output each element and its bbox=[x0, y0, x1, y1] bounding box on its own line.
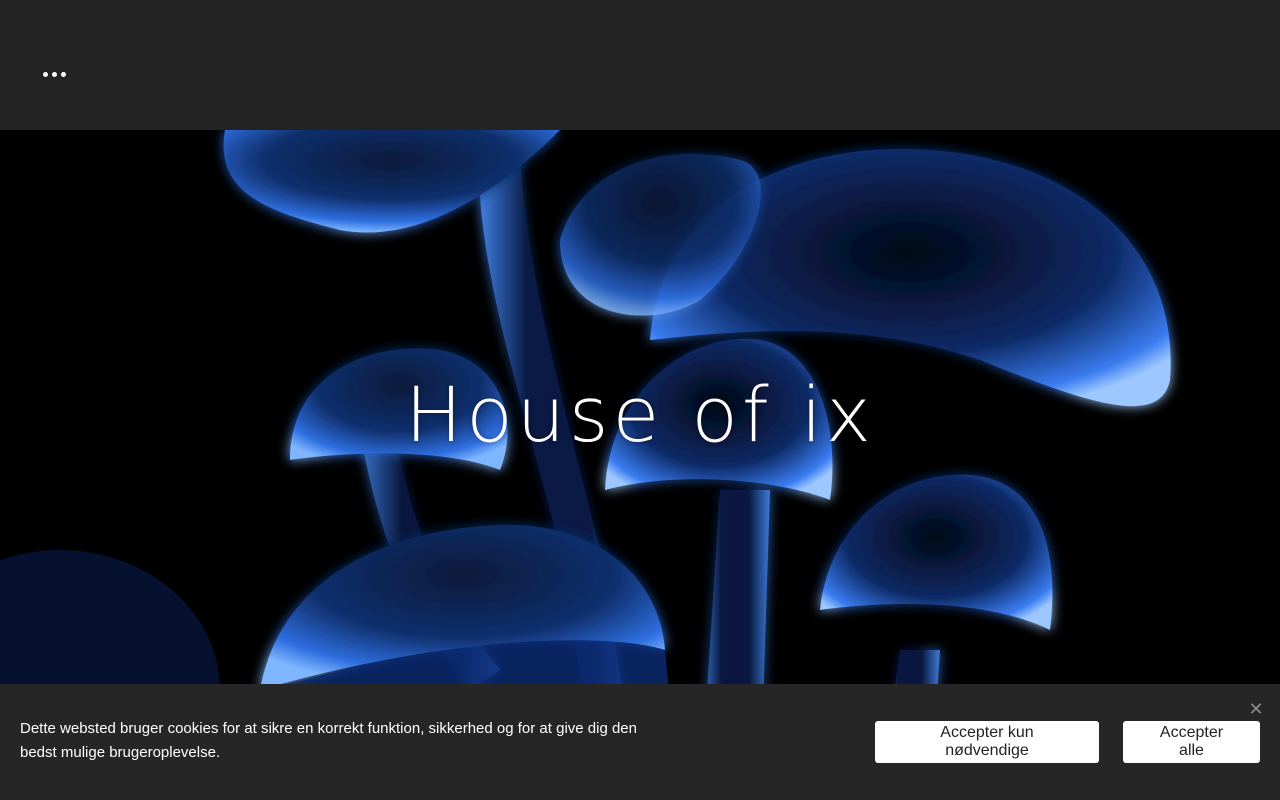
accept-all-button[interactable]: Accepter alle bbox=[1123, 721, 1260, 763]
more-dots-icon bbox=[51, 71, 57, 77]
site-header bbox=[0, 0, 1280, 130]
close-icon[interactable]: ✕ bbox=[1246, 700, 1266, 720]
more-dots-icon bbox=[60, 71, 66, 77]
cookie-banner: Dette websted bruger cookies for at sikr… bbox=[0, 684, 1280, 800]
accept-necessary-button[interactable]: Accepter kun nødvendige bbox=[875, 721, 1099, 763]
cookie-message: Dette websted bruger cookies for at sikr… bbox=[20, 720, 637, 761]
menu-button[interactable] bbox=[34, 58, 74, 90]
hero-title: House of ix bbox=[405, 370, 875, 459]
more-dots-icon bbox=[42, 71, 48, 77]
